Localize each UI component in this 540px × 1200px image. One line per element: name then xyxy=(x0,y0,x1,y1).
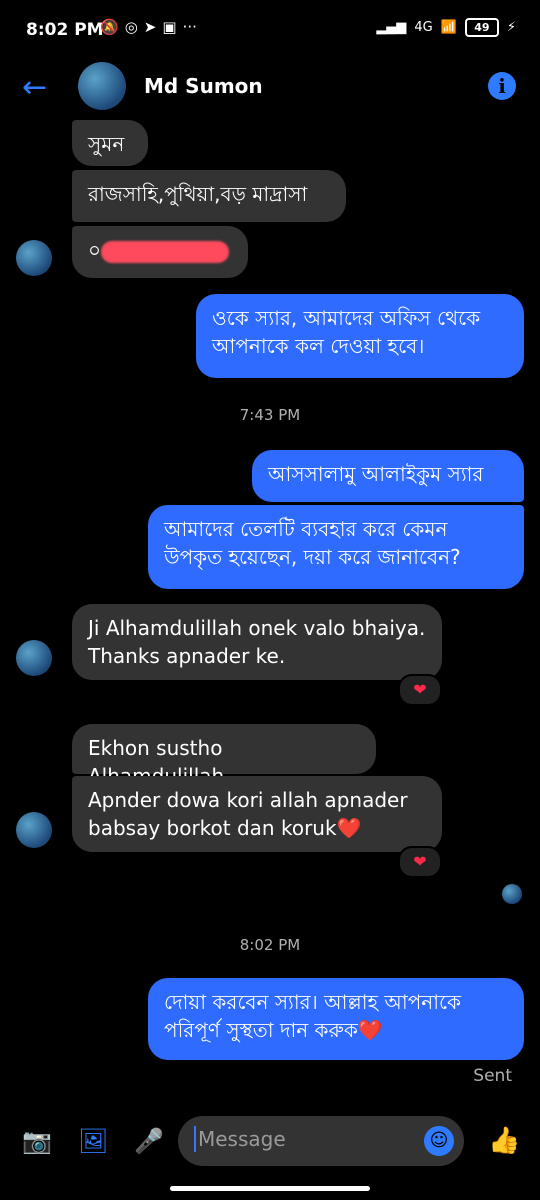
gallery-icon[interactable]: 🖼 xyxy=(78,1126,108,1156)
seen-avatar xyxy=(502,884,522,904)
message-outgoing[interactable]: ওকে স্যার, আমাদের অফিস থেকে আপনাকে কল দে… xyxy=(196,294,524,378)
chat-header: ← Md Sumon i xyxy=(0,60,540,116)
more-icon: ··· xyxy=(182,18,197,36)
back-arrow-icon[interactable]: ← xyxy=(22,70,47,105)
message-incoming[interactable]: Ji Alhamdulillah onek valo bhaiya. Thank… xyxy=(72,604,442,680)
contact-avatar-small xyxy=(16,240,52,276)
message-incoming[interactable]: ০ xyxy=(72,226,248,278)
thumbs-up-icon[interactable]: 👍 xyxy=(488,1126,520,1156)
notification-icons: 🔕 ◎ ➤ ▣ ··· xyxy=(100,18,197,36)
charging-icon: ⚡ xyxy=(506,20,516,35)
message-outgoing[interactable]: দোয়া করবেন স্যার। আল্লাহ আপনাকে পরিপূর্… xyxy=(148,978,524,1060)
network-label: 4G xyxy=(414,20,433,35)
home-indicator xyxy=(170,1186,370,1191)
message-outgoing[interactable]: আসসালামু আলাইকুম স্যার xyxy=(252,450,524,502)
composer-bar: 📷 🖼 🎤 ☺ 👍 xyxy=(0,1112,540,1172)
message-incoming[interactable]: Ekhon sustho Alhamdulillah xyxy=(72,724,376,788)
redacted-phone xyxy=(101,240,230,263)
whatsapp-icon: ◎ xyxy=(124,18,138,36)
status-bar: 8:02 PM 🔕 ◎ ➤ ▣ ··· ▂▄▆ 4G 📶 49 ⚡ xyxy=(0,0,540,60)
message-incoming[interactable]: রাজসাহি,পুথিয়া,বড় মাদ্রাসা xyxy=(72,170,346,222)
system-icons: ▂▄▆ 4G 📶 49 ⚡ xyxy=(376,18,516,37)
info-icon[interactable]: i xyxy=(488,72,516,100)
message-input[interactable] xyxy=(194,1126,420,1152)
mute-icon: 🔕 xyxy=(100,18,119,36)
status-time: 8:02 PM xyxy=(26,20,104,40)
camera-icon[interactable]: 📷 xyxy=(22,1126,52,1156)
contact-avatar[interactable] xyxy=(78,62,126,110)
reaction-heart[interactable]: ❤ xyxy=(398,846,442,878)
microphone-icon[interactable]: 🎤 xyxy=(134,1126,164,1156)
emoji-icon[interactable]: ☺ xyxy=(424,1126,454,1156)
contact-avatar-small xyxy=(16,640,52,676)
contact-avatar-small xyxy=(16,812,52,848)
timestamp: 7:43 PM xyxy=(239,406,301,424)
message-field[interactable]: ☺ xyxy=(178,1116,464,1166)
sent-status: Sent xyxy=(473,1066,512,1086)
app-icon: ▣ xyxy=(162,18,177,36)
message-outgoing[interactable]: আমাদের তেলটি ব্যবহার করে কেমন উপকৃত হয়ে… xyxy=(148,505,524,589)
battery-icon: 49 xyxy=(464,18,499,37)
contact-name[interactable]: Md Sumon xyxy=(144,74,263,98)
reaction-heart[interactable]: ❤ xyxy=(398,674,442,706)
message-incoming[interactable]: Apnder dowa kori allah apnader babsay bo… xyxy=(72,776,442,852)
timestamp: 8:02 PM xyxy=(239,936,301,954)
telegram-icon: ➤ xyxy=(143,18,157,36)
message-incoming[interactable]: সুমন xyxy=(72,120,148,166)
signal-icon: ▂▄▆ xyxy=(376,20,407,35)
wifi-icon: 📶 xyxy=(440,20,457,35)
